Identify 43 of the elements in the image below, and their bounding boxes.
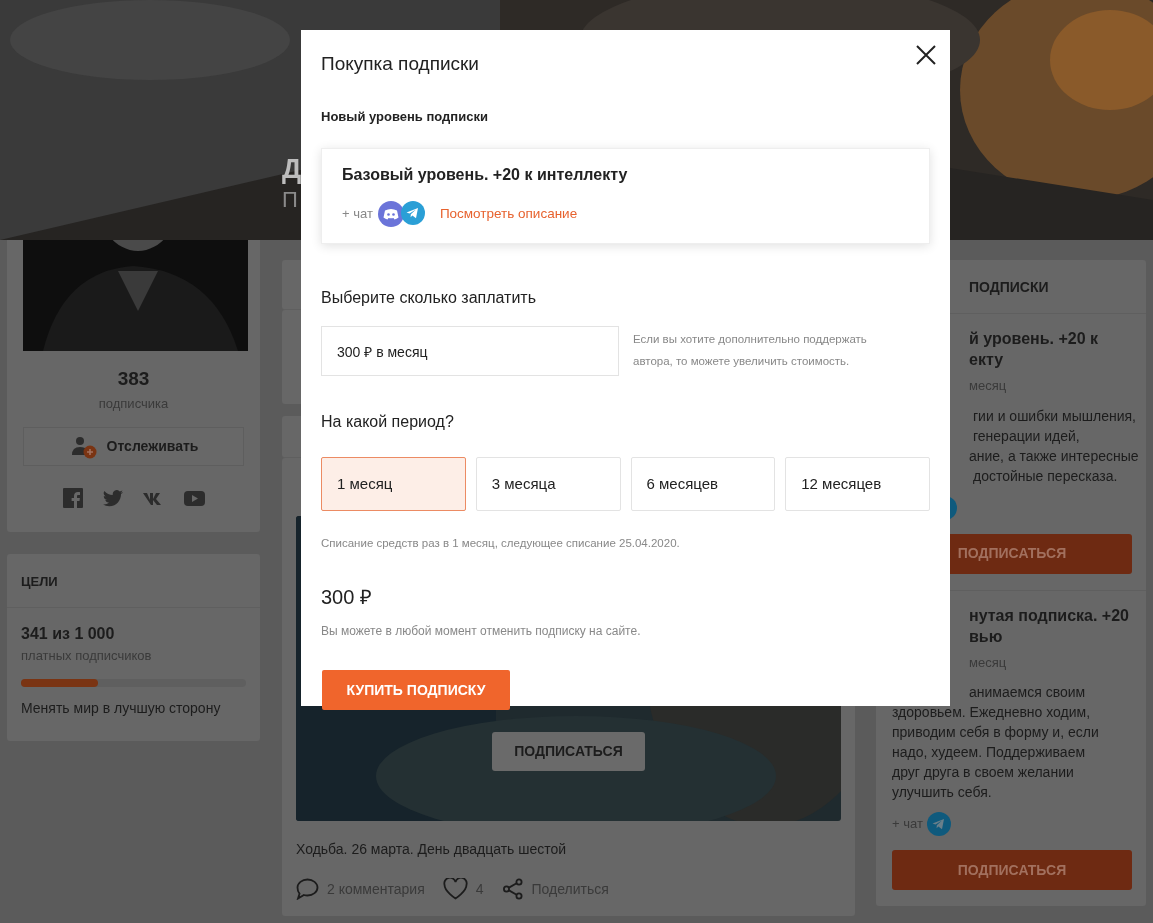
- subscribe-button[interactable]: ПОДПИСАТЬСЯ: [892, 850, 1132, 890]
- goal-count: 341 из 1 000: [21, 624, 115, 644]
- subscriber-count: 383: [117, 367, 150, 391]
- subscriptions-header: ПОДПИСКИ: [969, 279, 1049, 295]
- video-icon[interactable]: [183, 490, 205, 506]
- tier-title: вью: [969, 627, 1003, 645]
- vk-icon[interactable]: [142, 491, 164, 505]
- period-option[interactable]: 12 месяцев: [785, 457, 930, 511]
- amount-hint: Если вы хотите дополнительно поддержать автора, то можете увеличить стоимость.: [633, 332, 868, 369]
- tier-description: улучшить себя.: [892, 784, 992, 800]
- follow-button[interactable]: Отслеживать: [23, 427, 244, 466]
- cancel-note: Вы можете в любой момент отменить подписку на сайте.: [321, 623, 641, 641]
- period-option[interactable]: 3 месяца: [475, 457, 621, 511]
- goals-title: ЦЕЛИ: [21, 574, 58, 589]
- tier-description: друг друга в своем желании: [892, 764, 1074, 780]
- period-option[interactable]: 6 месяцев: [630, 457, 776, 511]
- share-icon: [501, 878, 524, 900]
- tier-title: нутая подписка. +20: [969, 606, 1129, 624]
- tier-description: достойные пересказа.: [973, 467, 1118, 484]
- heart-icon: [442, 878, 468, 900]
- bird-icon[interactable]: [102, 489, 123, 507]
- tier-description: ание, а также интересные: [969, 447, 1139, 464]
- tier-description: здоровьем. Ежедневно ходим,: [892, 704, 1091, 720]
- amount-input[interactable]: 300 ₽ в месяц: [321, 326, 619, 376]
- period-label: На какой период?: [321, 412, 454, 432]
- amount-label: Выберите сколько заплатить: [321, 288, 536, 308]
- subscribe-button[interactable]: ПОДПИСАТЬСЯ: [492, 732, 645, 771]
- speech-bubble-icon: [296, 878, 319, 900]
- paper-plane-icon: [926, 812, 951, 836]
- goal-description: Менять мир в лучшую сторону: [21, 698, 221, 718]
- billing-note: Списание средств раз в 1 месяц, следующее списание 25.04.2020.: [321, 536, 680, 551]
- facebook-icon[interactable]: [62, 488, 83, 508]
- tier-title: екту: [969, 351, 1004, 368]
- tier-title: й уровень. +20 к: [969, 330, 1099, 347]
- tier-description: надо, худеем. Поддерживаем: [892, 744, 1086, 760]
- total-price: 300 ₽: [321, 585, 372, 611]
- tier-description: гии и ошибки мышления,: [973, 407, 1136, 424]
- tier-description: приводим себя в форму и, если: [892, 724, 1099, 740]
- buy-button[interactable]: КУПИТЬ ПОДПИСКУ: [322, 670, 510, 711]
- tier-description: генерации идей,: [973, 427, 1080, 444]
- post-caption: Ходьба. 26 марта. День двадцать шестой: [296, 840, 567, 859]
- tier-description: анимаемся своим: [969, 684, 1086, 700]
- period-option[interactable]: 1 месяц: [321, 457, 466, 511]
